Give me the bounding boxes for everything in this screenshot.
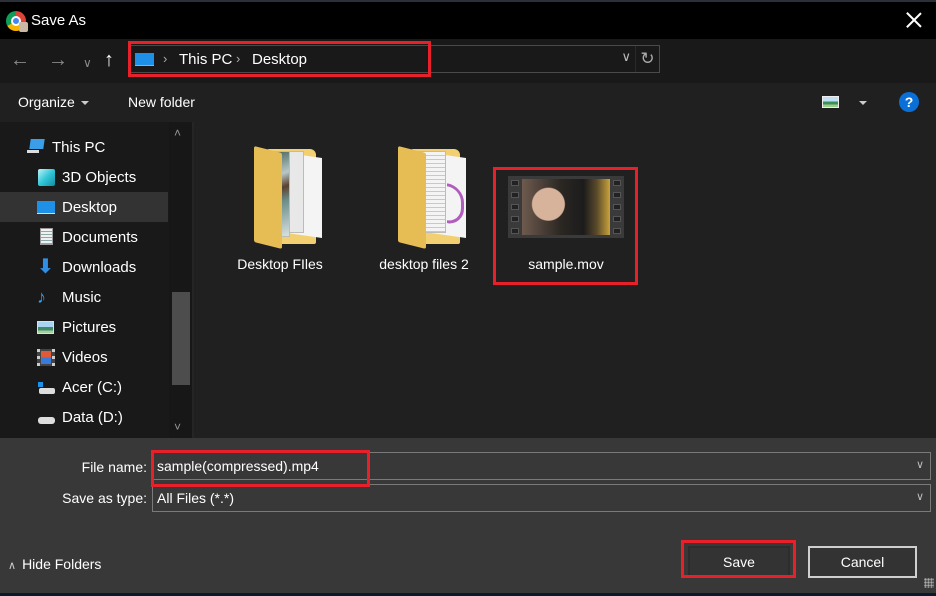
sidebar-label: Desktop — [62, 198, 118, 216]
sidebar-label: This PC — [52, 138, 106, 156]
this-pc-icon — [27, 138, 45, 156]
drive-c-icon — [37, 378, 55, 396]
sidebar-item-music[interactable]: ♪ Music — [0, 282, 168, 312]
scroll-up-icon[interactable]: ˄ — [174, 126, 181, 140]
chrome-icon — [6, 10, 28, 32]
breadcrumb-this-pc[interactable]: This PC — [179, 51, 232, 68]
change-view-icon[interactable] — [822, 96, 839, 108]
caret-down-icon — [80, 101, 89, 106]
save-form-panel: File name: ∨ Save as type: All Files (*.… — [0, 438, 936, 593]
3d-objects-icon — [37, 168, 55, 186]
save-button[interactable]: Save — [688, 546, 790, 578]
back-arrow-icon[interactable]: ← — [10, 48, 30, 72]
scrollbar-thumb[interactable] — [172, 292, 190, 385]
chevron-down-icon[interactable]: ∨ — [916, 490, 924, 503]
pictures-icon — [37, 318, 55, 336]
file-name-label: File name: — [81, 459, 147, 475]
file-name-label: sample.mov — [528, 256, 604, 272]
file-item-video[interactable]: sample.mov — [500, 142, 632, 282]
file-item-folder[interactable]: Desktop FIles — [222, 142, 338, 282]
refresh-icon[interactable]: ↻ — [635, 46, 659, 72]
sidebar-label: Acer (C:) — [62, 378, 122, 396]
file-name-combobox[interactable]: ∨ — [152, 452, 931, 480]
sidebar-label: Downloads — [62, 258, 137, 276]
desktop-location-icon — [135, 53, 154, 66]
folder-icon — [394, 146, 470, 249]
sidebar-label: Music — [62, 288, 102, 306]
sidebar-label: 3D Objects — [62, 168, 137, 186]
forward-arrow-icon[interactable]: → — [48, 48, 68, 72]
hide-folders-button[interactable]: ∧ Hide Folders — [8, 556, 101, 572]
sidebar-label: Pictures — [62, 318, 117, 336]
chevron-up-icon: ∧ — [8, 560, 17, 572]
new-folder-button[interactable]: New folder — [128, 94, 195, 110]
resize-grip[interactable] — [924, 578, 934, 588]
sidebar-item-desktop[interactable]: Desktop — [0, 192, 168, 222]
address-bar[interactable]: › This PC › Desktop ∨ ↻ — [128, 45, 660, 73]
view-options-caret-icon[interactable] — [859, 101, 867, 105]
organize-button[interactable]: Organize — [18, 94, 89, 110]
chevron-down-icon[interactable]: ∨ — [916, 458, 924, 471]
sidebar-item-downloads[interactable]: ⬇ Downloads — [0, 252, 168, 282]
file-name-label: desktop files 2 — [379, 256, 469, 272]
videos-icon — [37, 348, 55, 366]
recent-locations-chevron-icon[interactable]: ∨ — [83, 51, 92, 75]
hide-folders-label: Hide Folders — [22, 556, 102, 572]
sidebar-item-videos[interactable]: Videos — [0, 342, 168, 372]
video-thumbnail-icon — [508, 176, 624, 238]
address-dropdown-icon[interactable]: ∨ — [621, 49, 631, 65]
sidebar-label: Videos — [62, 348, 108, 366]
sidebar-label: Data (D:) — [62, 408, 123, 426]
downloads-icon: ⬇ — [37, 256, 54, 278]
save-as-type-value: All Files (*.*) — [157, 490, 235, 506]
command-toolbar: Organize New folder ? — [0, 83, 936, 122]
sidebar-scrollbar[interactable]: ˄ ˅ — [169, 122, 192, 438]
cancel-button[interactable]: Cancel — [808, 546, 917, 578]
save-as-type-label: Save as type: — [62, 490, 147, 506]
drive-d-icon — [37, 408, 55, 426]
close-icon[interactable] — [904, 10, 924, 30]
scroll-down-icon[interactable]: ˅ — [174, 420, 181, 434]
sidebar-item-pictures[interactable]: Pictures — [0, 312, 168, 342]
documents-icon — [37, 228, 55, 246]
organize-label: Organize — [18, 94, 75, 110]
music-icon: ♪ — [37, 287, 46, 307]
breadcrumb-separator[interactable]: › — [236, 51, 240, 66]
window-title: Save As — [31, 12, 87, 29]
file-name-label: Desktop FIles — [237, 256, 323, 272]
navigation-bar: ← → ∨ ↑ › This PC › Desktop ∨ ↻ — [0, 39, 936, 113]
sidebar-item-acer-c[interactable]: Acer (C:) — [0, 372, 168, 402]
navigation-pane: This PC 3D Objects Desktop Documents ⬇ D… — [0, 122, 192, 438]
title-bar: Save As — [0, 2, 936, 39]
file-list-area: Desktop FIles desktop files 2 sample.mov — [194, 122, 936, 438]
sidebar-label: Documents — [62, 228, 138, 246]
breadcrumb-desktop[interactable]: Desktop — [252, 51, 307, 68]
desktop-icon — [37, 198, 55, 216]
help-icon[interactable]: ? — [899, 92, 919, 112]
file-item-folder[interactable]: desktop files 2 — [366, 142, 482, 282]
save-as-type-select[interactable]: All Files (*.*) ∨ — [152, 484, 931, 512]
folder-icon — [250, 146, 326, 249]
sidebar-item-this-pc[interactable]: This PC — [0, 132, 168, 162]
file-name-input[interactable] — [153, 453, 893, 479]
up-arrow-icon[interactable]: ↑ — [104, 48, 114, 72]
sidebar-item-3d-objects[interactable]: 3D Objects — [0, 162, 168, 192]
breadcrumb-separator[interactable]: › — [163, 51, 167, 66]
sidebar-item-data-d[interactable]: Data (D:) — [0, 402, 168, 432]
sidebar-item-documents[interactable]: Documents — [0, 222, 168, 252]
